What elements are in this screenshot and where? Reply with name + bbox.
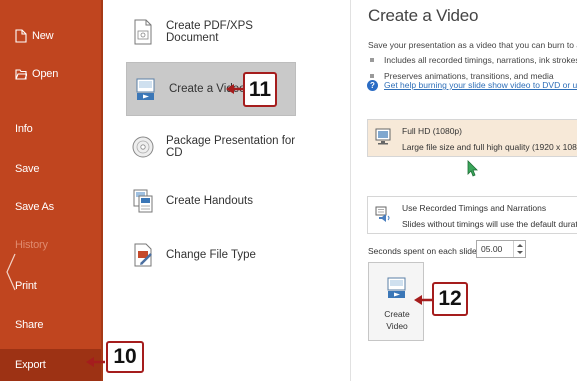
create-video-label-line1: Create xyxy=(384,309,410,319)
nav-item-export-label: Export xyxy=(15,359,46,371)
step-12-badge: 12 xyxy=(432,282,468,316)
help-burning-link[interactable]: Get help burning your slide show video t… xyxy=(384,80,577,90)
nav-divider xyxy=(101,0,103,381)
details-bullet-1: Includes all recorded timings, narration… xyxy=(384,55,577,65)
nav-item-info[interactable]: Info xyxy=(0,115,101,143)
create-video-label-line2: Video xyxy=(386,321,408,331)
details-title: Create a Video xyxy=(368,6,479,25)
new-document-icon xyxy=(15,29,27,43)
monitor-quality-icon xyxy=(375,128,391,145)
timings-description: Slides without timings will use the defa… xyxy=(402,219,577,229)
change-file-type-icon xyxy=(134,243,152,267)
timings-narration-icon xyxy=(375,206,390,222)
spinner-arrows[interactable] xyxy=(513,241,525,257)
create-video-button-label: Create Video xyxy=(369,308,425,332)
pdf-document-icon xyxy=(134,19,152,45)
nav-item-save-as-label: Save As xyxy=(15,201,54,213)
help-icon[interactable]: ? xyxy=(367,80,378,91)
option-create-pdf-xps[interactable]: Create PDF/XPS Document xyxy=(124,8,296,56)
option-create-video-label: Create a Video xyxy=(169,83,246,95)
create-video-icon xyxy=(136,78,155,100)
create-video-button-icon xyxy=(387,277,406,298)
nav-item-new[interactable]: New xyxy=(0,22,101,50)
nav-item-share-label: Share xyxy=(15,319,44,331)
seconds-per-slide-spinner[interactable] xyxy=(476,240,526,258)
nav-item-open-label: Open xyxy=(32,68,59,80)
cd-disc-icon xyxy=(132,136,154,158)
details-intro: Save your presentation as a video that y… xyxy=(368,40,577,50)
step-10-badge: 10 xyxy=(106,341,144,373)
backstage-nav: New Open Info Save Save As History Print… xyxy=(0,0,101,381)
options-divider xyxy=(350,0,351,381)
nav-item-save[interactable]: Save xyxy=(0,155,101,183)
nav-item-new-label: New xyxy=(32,30,54,42)
timings-dropdown[interactable]: Use Recorded Timings and Narrations Slid… xyxy=(367,196,577,234)
option-create-handouts-label: Create Handouts xyxy=(166,195,253,207)
video-quality-dropdown[interactable]: Full HD (1080p) Large file size and full… xyxy=(367,119,577,157)
mouse-cursor-icon xyxy=(467,160,478,177)
seconds-per-slide-input[interactable] xyxy=(477,241,513,257)
video-quality-title: Full HD (1080p) xyxy=(402,126,462,136)
video-quality-description: Large file size and full high quality (1… xyxy=(402,142,577,152)
spin-up-icon[interactable] xyxy=(517,244,523,247)
nav-item-share[interactable]: Share xyxy=(0,311,101,339)
bullet-marker xyxy=(370,74,374,78)
back-chevron-icon[interactable] xyxy=(4,252,18,292)
nav-item-history-label: History xyxy=(15,239,48,251)
create-video-button[interactable]: Create Video xyxy=(368,262,424,341)
nav-item-print-label: Print xyxy=(15,280,37,292)
seconds-per-slide-label: Seconds spent on each slide: xyxy=(368,246,480,256)
option-change-file-type-label: Change File Type xyxy=(166,249,256,261)
step-11-badge: 11 xyxy=(243,72,277,107)
spin-down-icon[interactable] xyxy=(517,251,523,254)
handouts-icon xyxy=(133,189,153,213)
nav-item-export[interactable]: Export xyxy=(0,349,101,381)
option-create-handouts[interactable]: Create Handouts xyxy=(124,177,296,225)
nav-item-info-label: Info xyxy=(15,123,33,135)
option-package-cd[interactable]: Package Presentation for CD xyxy=(124,123,296,171)
open-folder-icon xyxy=(15,69,27,80)
nav-item-open[interactable]: Open xyxy=(0,60,101,88)
bullet-marker xyxy=(370,58,374,62)
nav-item-save-label: Save xyxy=(15,163,40,175)
timings-title: Use Recorded Timings and Narrations xyxy=(402,203,547,213)
option-create-pdf-xps-label: Create PDF/XPS Document xyxy=(166,20,253,44)
option-change-file-type[interactable]: Change File Type xyxy=(124,231,296,279)
option-package-cd-label: Package Presentation for CD xyxy=(166,135,296,159)
nav-item-save-as[interactable]: Save As xyxy=(0,193,101,221)
